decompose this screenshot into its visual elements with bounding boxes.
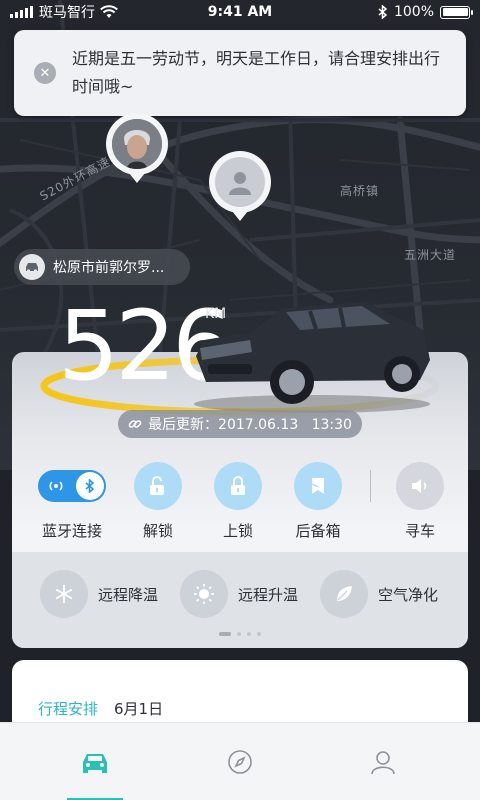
control-label: 后备箱 <box>295 522 341 540</box>
antenna-icon <box>49 481 63 491</box>
horn-icon <box>396 462 444 510</box>
map-label-avenue: 五洲大道 <box>404 248 457 262</box>
remote-cool-button[interactable]: 远程降温 <box>40 570 158 618</box>
bluetooth-connect-control[interactable]: 蓝牙连接 <box>32 462 112 541</box>
car-icon <box>19 254 45 280</box>
status-bar: 斑马智行 9:41 AM 100% <box>0 0 480 24</box>
climate-label: 空气净化 <box>378 585 439 604</box>
notification-banner: ✕ 近期是五一劳动节，明天是工作日，请合理安排出行时间哦~ <box>14 30 466 116</box>
air-purify-button[interactable]: 空气净化 <box>320 570 438 618</box>
tab-car[interactable] <box>15 723 175 800</box>
climate-controls: 远程降温 远程升温 空气净化 <box>12 570 468 622</box>
page-dot <box>237 632 241 636</box>
battery-icon <box>440 5 473 19</box>
last-updated: 最后更新：2017.06.13 13:30 <box>118 410 362 438</box>
close-icon[interactable]: ✕ <box>34 62 56 84</box>
sun-icon <box>180 570 228 618</box>
snowflake-icon <box>40 570 88 618</box>
map-label-town: 高桥镇 <box>340 184 380 198</box>
trunk-button[interactable]: 后备箱 <box>278 462 358 541</box>
user-icon <box>215 157 265 207</box>
remote-heat-button[interactable]: 远程升温 <box>180 570 298 618</box>
user-icon <box>371 751 395 775</box>
trunk-icon <box>294 462 342 510</box>
page-dot <box>257 632 261 636</box>
car-icon <box>83 754 107 773</box>
vehicle-controls: 蓝牙连接 解锁 上锁 后备箱 寻车 <box>12 462 468 542</box>
avatar <box>112 119 162 169</box>
unlock-icon <box>134 462 182 510</box>
find-car-button[interactable]: 寻车 <box>380 462 460 541</box>
page-dot-active <box>219 632 231 636</box>
location-label: 松原市前郭尔罗... <box>53 260 165 276</box>
control-label: 蓝牙连接 <box>41 522 102 540</box>
lock-button[interactable]: 上锁 <box>198 462 278 541</box>
trip-date: 6月1日 <box>114 700 164 718</box>
trip-title: 行程安排 <box>38 700 99 718</box>
car-image <box>194 302 430 413</box>
lock-icon <box>214 462 262 510</box>
last-updated-text: 最后更新：2017.06.13 13:30 <box>148 417 352 433</box>
link-icon <box>128 420 142 428</box>
tab-discover[interactable] <box>160 723 320 800</box>
tab-bar <box>0 722 480 800</box>
unlock-button[interactable]: 解锁 <box>118 462 198 541</box>
status-time: 9:41 AM <box>207 4 273 20</box>
bluetooth-icon <box>76 472 104 500</box>
page-indicator <box>0 632 480 636</box>
control-label: 上锁 <box>222 522 253 540</box>
climate-label: 远程升温 <box>238 585 299 604</box>
bluetooth-toggle[interactable] <box>38 470 106 502</box>
page-dot <box>247 632 251 636</box>
divider <box>370 470 371 502</box>
leaf-icon <box>320 570 368 618</box>
tab-profile[interactable] <box>303 723 463 800</box>
compass-icon <box>228 750 252 774</box>
control-label: 解锁 <box>142 522 173 540</box>
climate-label: 远程降温 <box>98 585 159 604</box>
user-location-pin[interactable] <box>209 151 271 221</box>
control-label: 寻车 <box>404 522 435 540</box>
notification-text: 近期是五一劳动节，明天是工作日，请合理安排出行时间哦~ <box>72 49 441 96</box>
friend-avatar-pin[interactable] <box>106 113 168 183</box>
current-location[interactable]: 松原市前郭尔罗... <box>14 249 190 285</box>
